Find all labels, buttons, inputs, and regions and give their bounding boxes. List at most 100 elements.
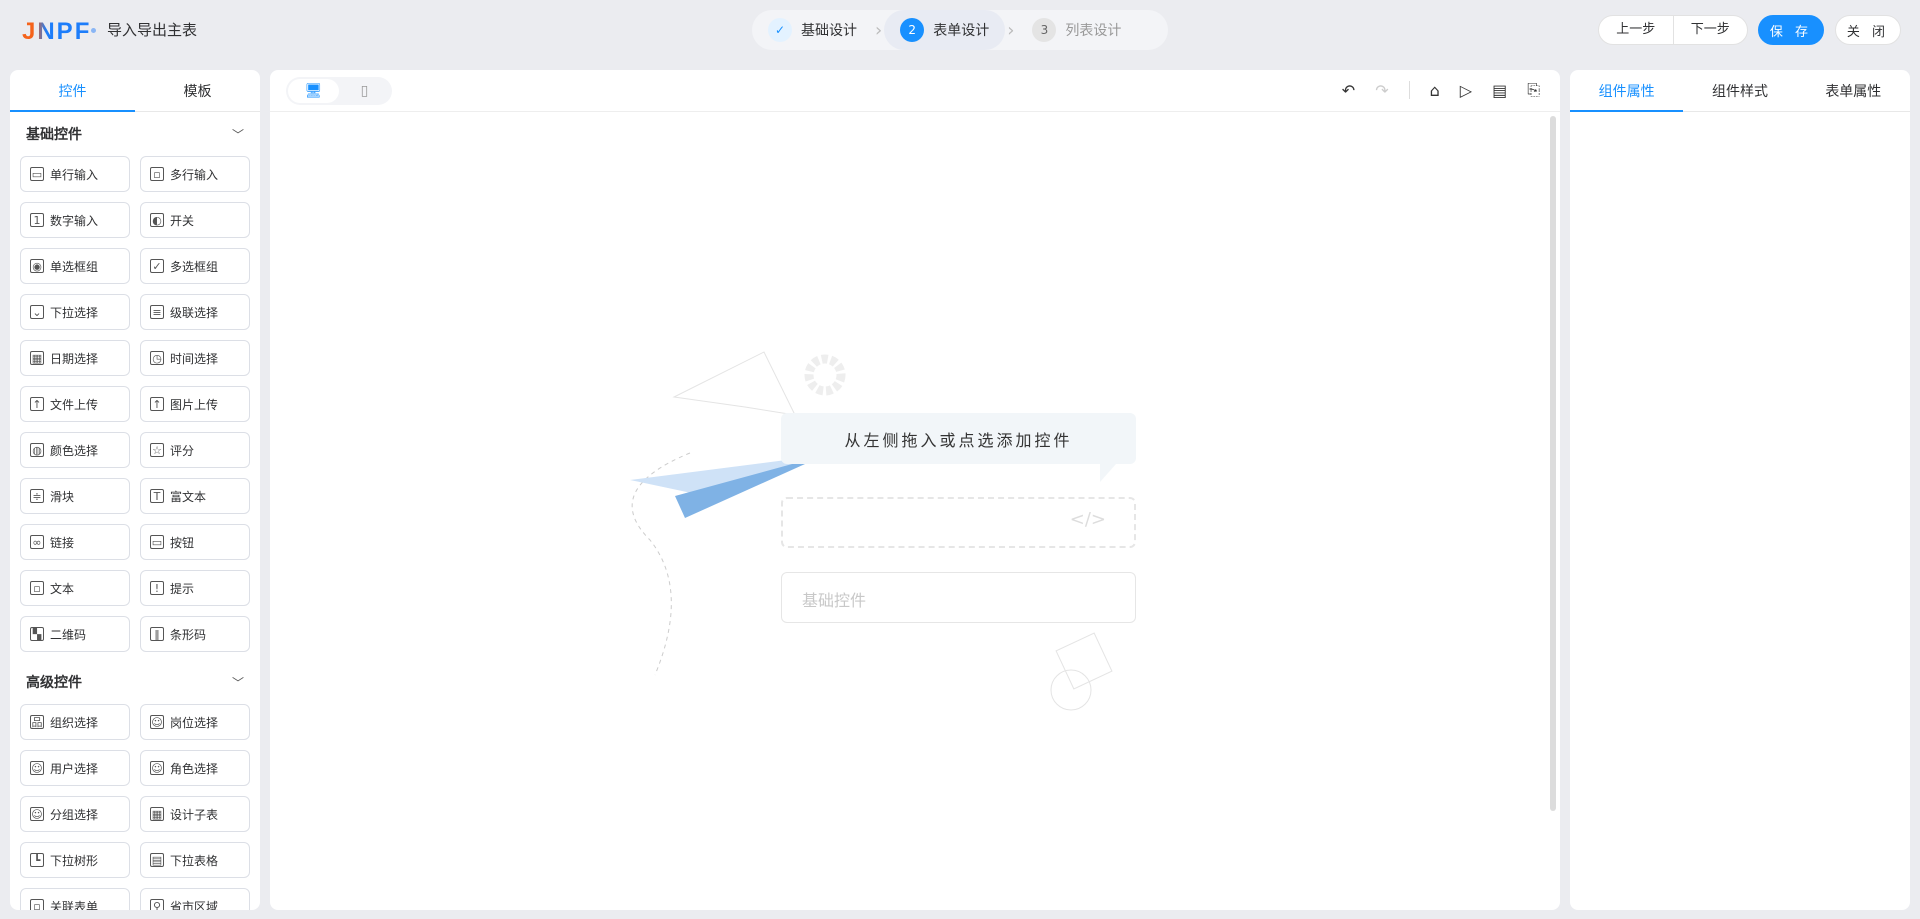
page-title: 导入导出主表 bbox=[107, 21, 198, 39]
component-item[interactable]: 1 数字输入 bbox=[20, 202, 130, 238]
component-item[interactable]: ┗ 下拉树形 bbox=[20, 842, 130, 878]
chevron-right-icon: › bbox=[875, 19, 883, 41]
prev-step-button[interactable]: 上一步 bbox=[1599, 16, 1673, 44]
component-icon: ! bbox=[150, 581, 164, 595]
close-button[interactable]: 关 闭 bbox=[1835, 15, 1901, 45]
component-label: 多选框组 bbox=[170, 259, 219, 274]
section-title: 高级控件 bbox=[26, 675, 82, 691]
component-icon: ◉ bbox=[30, 259, 44, 273]
component-label: 富文本 bbox=[170, 489, 207, 504]
step-label: 表单设计 bbox=[933, 23, 990, 39]
save-button[interactable]: 保 存 bbox=[1758, 15, 1824, 45]
component-label: 颜色选择 bbox=[50, 443, 99, 458]
component-item[interactable]: ▫ 关联表单 bbox=[20, 888, 130, 910]
component-item[interactable]: ▦ 日期选择 bbox=[20, 340, 130, 376]
component-item[interactable]: ! 提示 bbox=[140, 570, 250, 606]
component-item[interactable]: T 富文本 bbox=[140, 478, 250, 514]
component-item[interactable]: ☺ 用户选择 bbox=[20, 750, 130, 786]
tab-component-style[interactable]: 组件样式 bbox=[1683, 70, 1796, 111]
next-step-button[interactable]: 下一步 bbox=[1672, 16, 1748, 44]
component-item[interactable]: ↑ 文件上传 bbox=[20, 386, 130, 422]
component-icon: ▚ bbox=[30, 627, 44, 641]
component-icon: ‖ bbox=[150, 627, 164, 641]
component-item[interactable]: ◉ 单选框组 bbox=[20, 248, 130, 284]
section-title: 基础控件 bbox=[26, 127, 82, 143]
component-label: 开关 bbox=[170, 213, 195, 228]
component-icon: ☆ bbox=[150, 443, 164, 457]
tab-templates[interactable]: 模板 bbox=[135, 70, 260, 111]
component-label: 单行输入 bbox=[50, 167, 99, 182]
component-icon: ☺ bbox=[30, 807, 44, 821]
step-number: 3 bbox=[1032, 18, 1057, 42]
component-label: 文本 bbox=[50, 581, 75, 596]
component-label: 时间选择 bbox=[170, 351, 219, 366]
component-item[interactable]: ◍ 颜色选择 bbox=[20, 432, 130, 468]
component-icon: ▫ bbox=[30, 899, 44, 910]
advanced-section-header[interactable]: 高级控件 ﹀ bbox=[10, 660, 260, 704]
component-item[interactable]: ⌄ 下拉选择 bbox=[20, 294, 130, 330]
component-label: 提示 bbox=[170, 581, 195, 596]
component-icon: 1 bbox=[30, 213, 44, 227]
step-label: 基础设计 bbox=[801, 23, 857, 39]
component-label: 下拉表格 bbox=[170, 853, 219, 868]
properties-panel: 组件属性 组件样式 表单属性 bbox=[1570, 70, 1910, 910]
component-icon: ↑ bbox=[30, 397, 44, 411]
tab-form-props[interactable]: 表单属性 bbox=[1797, 70, 1910, 111]
prev-next-group: 上一步 下一步 bbox=[1598, 15, 1748, 45]
component-item[interactable]: ∞ 链接 bbox=[20, 524, 130, 560]
component-label: 关联表单 bbox=[50, 899, 99, 911]
component-icon: ☺ bbox=[30, 761, 44, 775]
component-label: 下拉选择 bbox=[50, 305, 99, 320]
form-canvas: 🖥 ▯ ↶ ↷ ⌂ ▷ ▤ ⎘ 从左侧拖入或点选添加控件 </> 基础控件 bbox=[270, 70, 1560, 910]
component-item[interactable]: ‖ 条形码 bbox=[140, 616, 250, 652]
advanced-components: 品组织选择 ☺ 岗位选择 ☺ 用户选择 ☺ 角色选择 ☺ 分组选择 ▦ 设计子表 ┗ 下拉树形 ▤ 下拉表格… bbox=[10, 704, 260, 910]
code-icon: </> bbox=[781, 497, 1136, 548]
tab-components[interactable]: 控件 bbox=[10, 70, 135, 112]
component-item[interactable]: ◷ 时间选择 bbox=[140, 340, 250, 376]
component-item[interactable]: ▤ 下拉表格 bbox=[140, 842, 250, 878]
step-number: 2 bbox=[900, 18, 925, 42]
component-label: 分组选择 bbox=[50, 807, 99, 822]
basic-section-header[interactable]: 基础控件 ﹀ bbox=[10, 112, 260, 156]
component-icon: ☺ bbox=[150, 715, 164, 729]
component-item[interactable]: ◐ 开关 bbox=[140, 202, 250, 238]
tab-component-props[interactable]: 组件属性 bbox=[1570, 70, 1684, 112]
component-label: 图片上传 bbox=[170, 397, 219, 412]
component-icon: ≑ bbox=[30, 489, 44, 503]
empty-hint: 从左侧拖入或点选添加控件 bbox=[781, 413, 1136, 482]
component-label: 角色选择 bbox=[170, 761, 219, 776]
component-item[interactable]: ↑ 图片上传 bbox=[140, 386, 250, 422]
component-item[interactable]: ☆ 评分 bbox=[140, 432, 250, 468]
basic-components: ▭ 单行输入 ▫ 多行输入 1 数字输入 ◐ 开关 ◉ 单选框组 ✓ 多选框组 ⌄ 下拉选择 ≡ 级联选择 ▦ 日… bbox=[10, 156, 260, 660]
component-icon: 品 bbox=[30, 715, 44, 729]
component-item[interactable]: 品组织选择 bbox=[20, 704, 130, 740]
component-item[interactable]: ✓ 多选框组 bbox=[140, 248, 250, 284]
component-label: 多行输入 bbox=[170, 167, 219, 182]
component-item[interactable]: ≑ 滑块 bbox=[20, 478, 130, 514]
chevron-right-icon: › bbox=[1007, 19, 1015, 41]
component-icon: ∞ bbox=[30, 535, 44, 549]
step-list-design[interactable]: 3 列表设计 bbox=[1016, 10, 1137, 50]
component-icon: ▭ bbox=[30, 167, 44, 181]
component-item[interactable]: ☺ 分组选择 bbox=[20, 796, 130, 832]
component-label: 级联选择 bbox=[170, 305, 219, 320]
component-item[interactable]: ☺ 岗位选择 bbox=[140, 704, 250, 740]
component-icon: ⚲ bbox=[150, 899, 164, 910]
component-icon: ⌄ bbox=[30, 305, 44, 319]
component-item[interactable]: ☺ 角色选择 bbox=[140, 750, 250, 786]
component-item[interactable]: ▫ 多行输入 bbox=[140, 156, 250, 192]
component-icon: ◷ bbox=[150, 351, 164, 365]
component-item[interactable]: ▭ 单行输入 bbox=[20, 156, 130, 192]
component-label: 组织选择 bbox=[50, 715, 99, 730]
component-item[interactable]: ≡ 级联选择 bbox=[140, 294, 250, 330]
component-item[interactable]: ▫ 文本 bbox=[20, 570, 130, 606]
component-icon: ▭ bbox=[150, 535, 164, 549]
step-basic-design[interactable]: ✓ 基础设计 bbox=[752, 10, 873, 50]
step-form-design[interactable]: 2 表单设计 bbox=[884, 10, 1006, 50]
component-item[interactable]: ⚲ 省市区域 bbox=[140, 888, 250, 910]
component-item[interactable]: ▚ 二维码 bbox=[20, 616, 130, 652]
component-item[interactable]: ▦ 设计子表 bbox=[140, 796, 250, 832]
component-label: 数字输入 bbox=[50, 213, 99, 228]
component-icon: ▫ bbox=[150, 167, 164, 181]
component-item[interactable]: ▭ 按钮 bbox=[140, 524, 250, 560]
